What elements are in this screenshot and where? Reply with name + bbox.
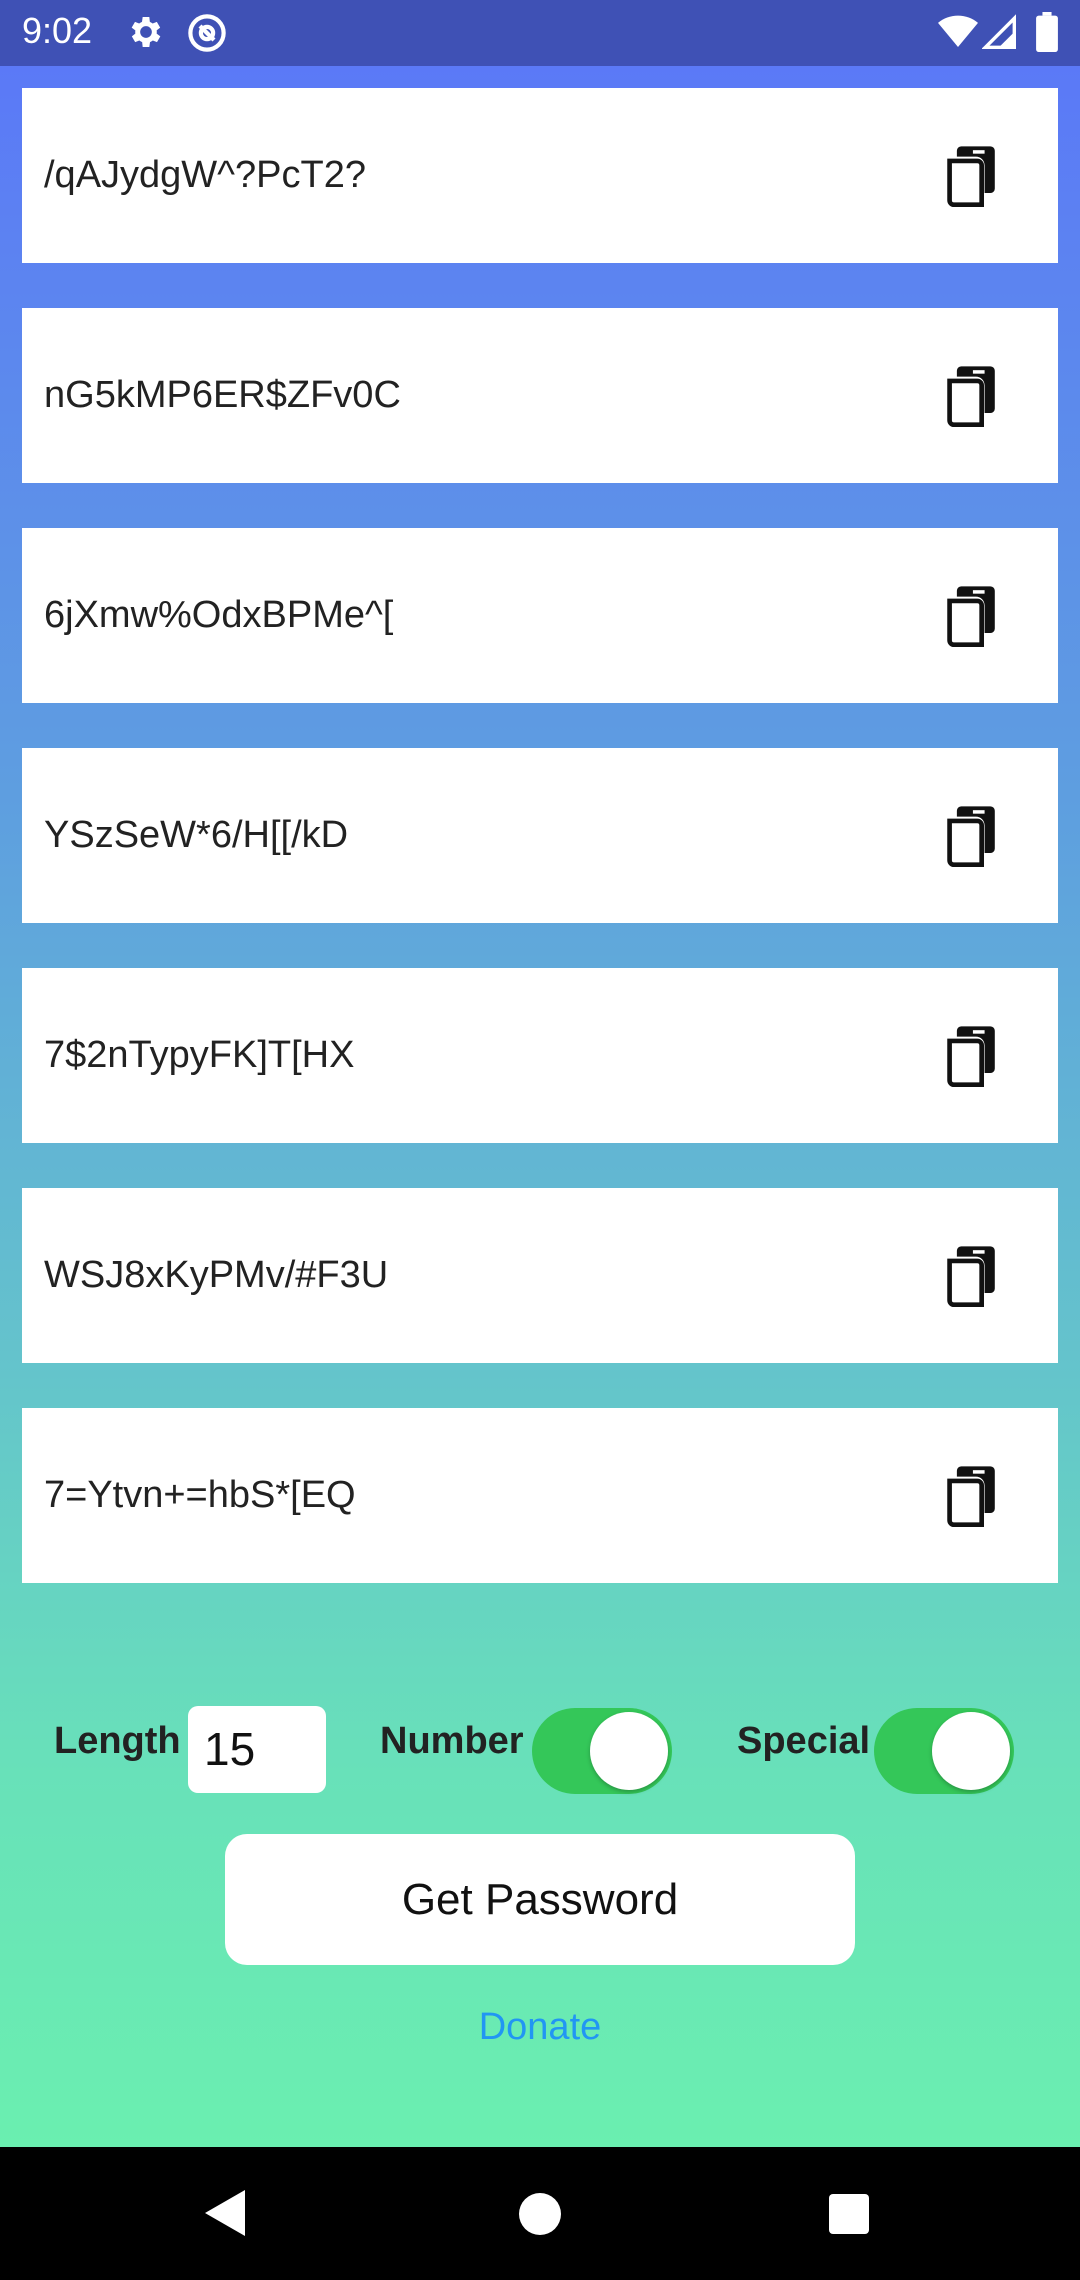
copy-icon[interactable] — [935, 1462, 1005, 1532]
length-input[interactable]: 15 — [188, 1706, 326, 1793]
status-bar: 9:02 — [0, 0, 1080, 66]
password-card: 7=Ytvn+=hbS*[EQ — [22, 1408, 1058, 1583]
password-text: WSJ8xKyPMv/#F3U — [44, 1254, 389, 1296]
password-text: nG5kMP6ER$ZFv0C — [44, 374, 401, 416]
wifi-icon — [938, 14, 978, 55]
password-text: YSzSeW*6/H[[/kD — [44, 814, 349, 856]
password-card: /qAJydgW^?PcT2? — [22, 88, 1058, 263]
gear-icon — [126, 12, 166, 57]
copy-icon[interactable] — [935, 1022, 1005, 1092]
number-toggle[interactable] — [532, 1708, 672, 1794]
special-label: Special — [737, 1720, 871, 1762]
navigation-bar — [0, 2147, 1080, 2280]
password-text: 7$2nTypyFK]T[HX — [44, 1034, 355, 1076]
cellular-signal-icon — [981, 14, 1016, 55]
length-label: Length — [54, 1720, 181, 1762]
app-content: /qAJydgW^?PcT2? nG5kMP6ER$ZFv0C 6jXmw%Od… — [0, 66, 1080, 2147]
copy-icon[interactable] — [935, 1242, 1005, 1312]
copy-icon[interactable] — [935, 582, 1005, 652]
toggle-knob — [932, 1712, 1010, 1790]
number-label: Number — [380, 1720, 524, 1762]
donate-link[interactable]: Donate — [0, 2006, 1080, 2049]
home-icon[interactable] — [519, 2193, 561, 2240]
special-toggle[interactable] — [874, 1708, 1014, 1794]
copy-icon[interactable] — [935, 802, 1005, 872]
status-time: 9:02 — [22, 10, 93, 51]
password-text: /qAJydgW^?PcT2? — [44, 154, 366, 196]
copy-icon[interactable] — [935, 142, 1005, 212]
options-row: Length 15 Number Special — [0, 1686, 1080, 1796]
password-card: YSzSeW*6/H[[/kD — [22, 748, 1058, 923]
copy-icon[interactable] — [935, 362, 1005, 432]
back-icon[interactable] — [205, 2190, 245, 2241]
at-sign-icon — [186, 12, 228, 59]
toggle-knob — [590, 1712, 668, 1790]
password-card: nG5kMP6ER$ZFv0C — [22, 308, 1058, 483]
password-card: 6jXmw%OdxBPMe^[ — [22, 528, 1058, 703]
password-card: 7$2nTypyFK]T[HX — [22, 968, 1058, 1143]
password-card: WSJ8xKyPMv/#F3U — [22, 1188, 1058, 1363]
password-text: 7=Ytvn+=hbS*[EQ — [44, 1474, 356, 1516]
battery-icon — [1036, 12, 1058, 57]
recents-icon[interactable] — [829, 2194, 869, 2239]
get-password-button[interactable]: Get Password — [225, 1834, 855, 1965]
password-text: 6jXmw%OdxBPMe^[ — [44, 594, 394, 636]
